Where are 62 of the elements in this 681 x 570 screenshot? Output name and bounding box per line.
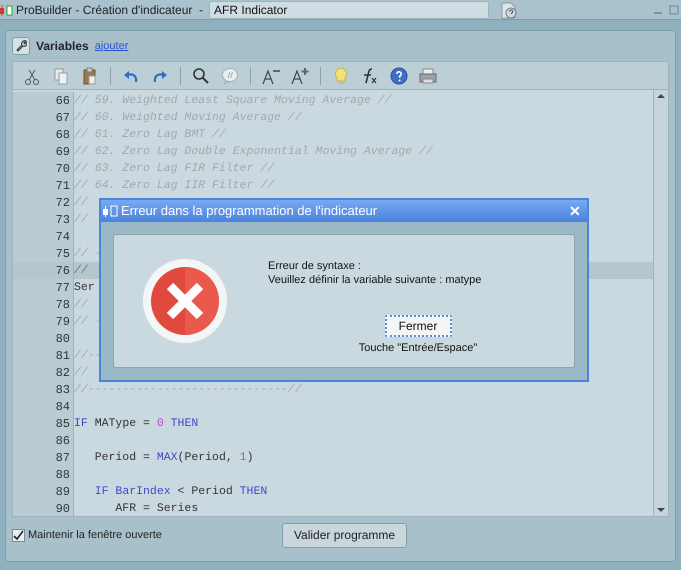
code-line: //-----------------------------// (74, 382, 302, 398)
increase-font-icon[interactable] (291, 66, 309, 84)
line-number: 74 (56, 228, 70, 246)
line-number: 75 (56, 246, 70, 262)
keyboard-hint: Touche "Entrée/Espace" (358, 341, 478, 356)
dialog-title: Erreur dans la programmation de l'indicateur (121, 202, 378, 220)
copy-icon[interactable] (52, 66, 70, 84)
scroll-bar[interactable] (653, 90, 668, 516)
line-number: 70 (56, 160, 70, 178)
help-document-icon[interactable] (499, 0, 520, 18)
search-icon[interactable] (192, 66, 210, 84)
wrench-icon (15, 40, 27, 52)
line-number: 84 (56, 398, 70, 416)
line-number: 79 (56, 314, 70, 330)
line-number: 90 (56, 500, 70, 516)
validate-program-button[interactable]: Valider programme (282, 522, 407, 548)
error-message: Veuillez définir la variable suivante : matype (268, 273, 482, 287)
line-number: 86 (56, 432, 70, 450)
line-number: 88 (56, 466, 70, 484)
window-title: ProBuilder - Création d'indicateur - (16, 2, 204, 18)
code-line: // (74, 262, 88, 279)
error-icon (142, 258, 228, 344)
line-number: 89 (56, 484, 70, 500)
line-number: 77 (56, 280, 70, 296)
line-number: 68 (56, 126, 70, 144)
code-line: IF BarIndex < Period THEN (94, 484, 268, 500)
code-line: //-- (74, 348, 102, 364)
line-number: 80 (56, 330, 70, 348)
code-line: // (74, 212, 88, 228)
help-icon[interactable] (390, 66, 408, 84)
close-dialog-button[interactable]: Fermer (384, 315, 452, 337)
candlestick-icon (0, 2, 14, 16)
code-line: // (74, 364, 88, 381)
line-number: 76 (56, 262, 70, 280)
code-line: // (74, 194, 88, 211)
checkmark-icon (13, 530, 24, 540)
keep-open-label: Maintenir la fenêtre ouverte (28, 528, 162, 543)
candlestick-icon (103, 203, 119, 219)
keep-open-checkbox[interactable] (12, 528, 25, 542)
line-number: 67 (56, 110, 70, 126)
printer-icon[interactable] (419, 66, 437, 84)
code-line: AFR = Series (114, 500, 198, 516)
variables-title: Variables (36, 38, 89, 55)
code-line: Ser (74, 280, 95, 296)
line-number: 83 (56, 382, 70, 398)
line-number: 72 (56, 194, 70, 212)
line-number: 85 (56, 416, 70, 432)
function-icon[interactable] (361, 66, 379, 84)
line-number: 71 (56, 178, 70, 194)
line-number: 66 (56, 92, 70, 110)
error-message: Erreur de syntaxe : (268, 259, 362, 273)
code-line: Period = MAX(Period, 1) (94, 450, 254, 466)
line-number: 73 (56, 212, 70, 228)
wrench-button[interactable] (12, 37, 30, 55)
line-number: 78 (56, 296, 70, 314)
line-number: 69 (56, 144, 70, 160)
code-line: // (74, 296, 88, 313)
line-number: 82 (56, 364, 70, 382)
code-line: IF MAType = 0 THEN (74, 416, 198, 432)
indicator-name-field[interactable]: AFR Indicator (209, 0, 490, 18)
line-number: 81 (56, 348, 70, 364)
line-number: 87 (56, 450, 70, 466)
